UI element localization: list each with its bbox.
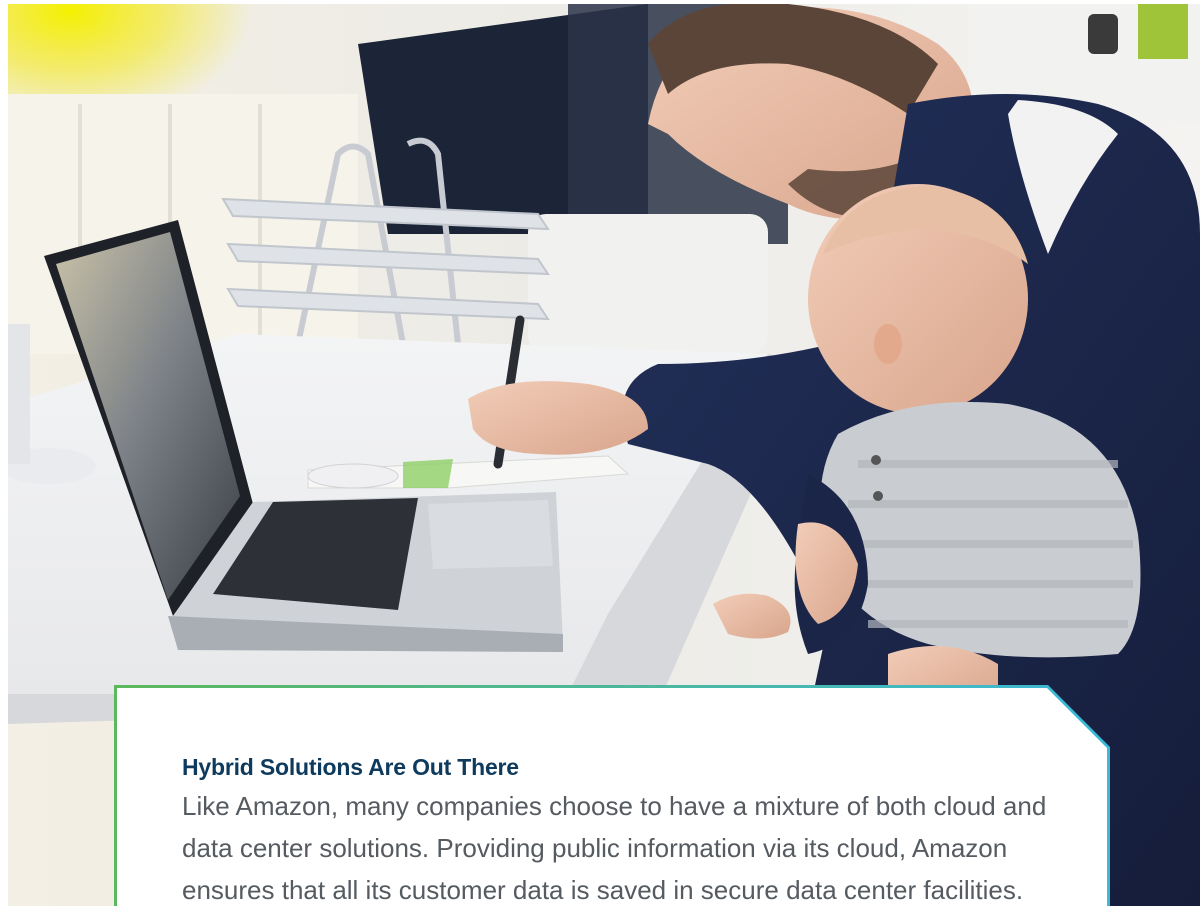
callout-content: Hybrid Solutions Are Out There Like Amaz… xyxy=(117,688,1107,906)
callout-body: Like Amazon, many companies choose to ha… xyxy=(182,791,1047,905)
callout-heading: Hybrid Solutions Are Out There xyxy=(182,754,519,780)
callout-card: Hybrid Solutions Are Out There Like Amaz… xyxy=(114,685,1110,906)
